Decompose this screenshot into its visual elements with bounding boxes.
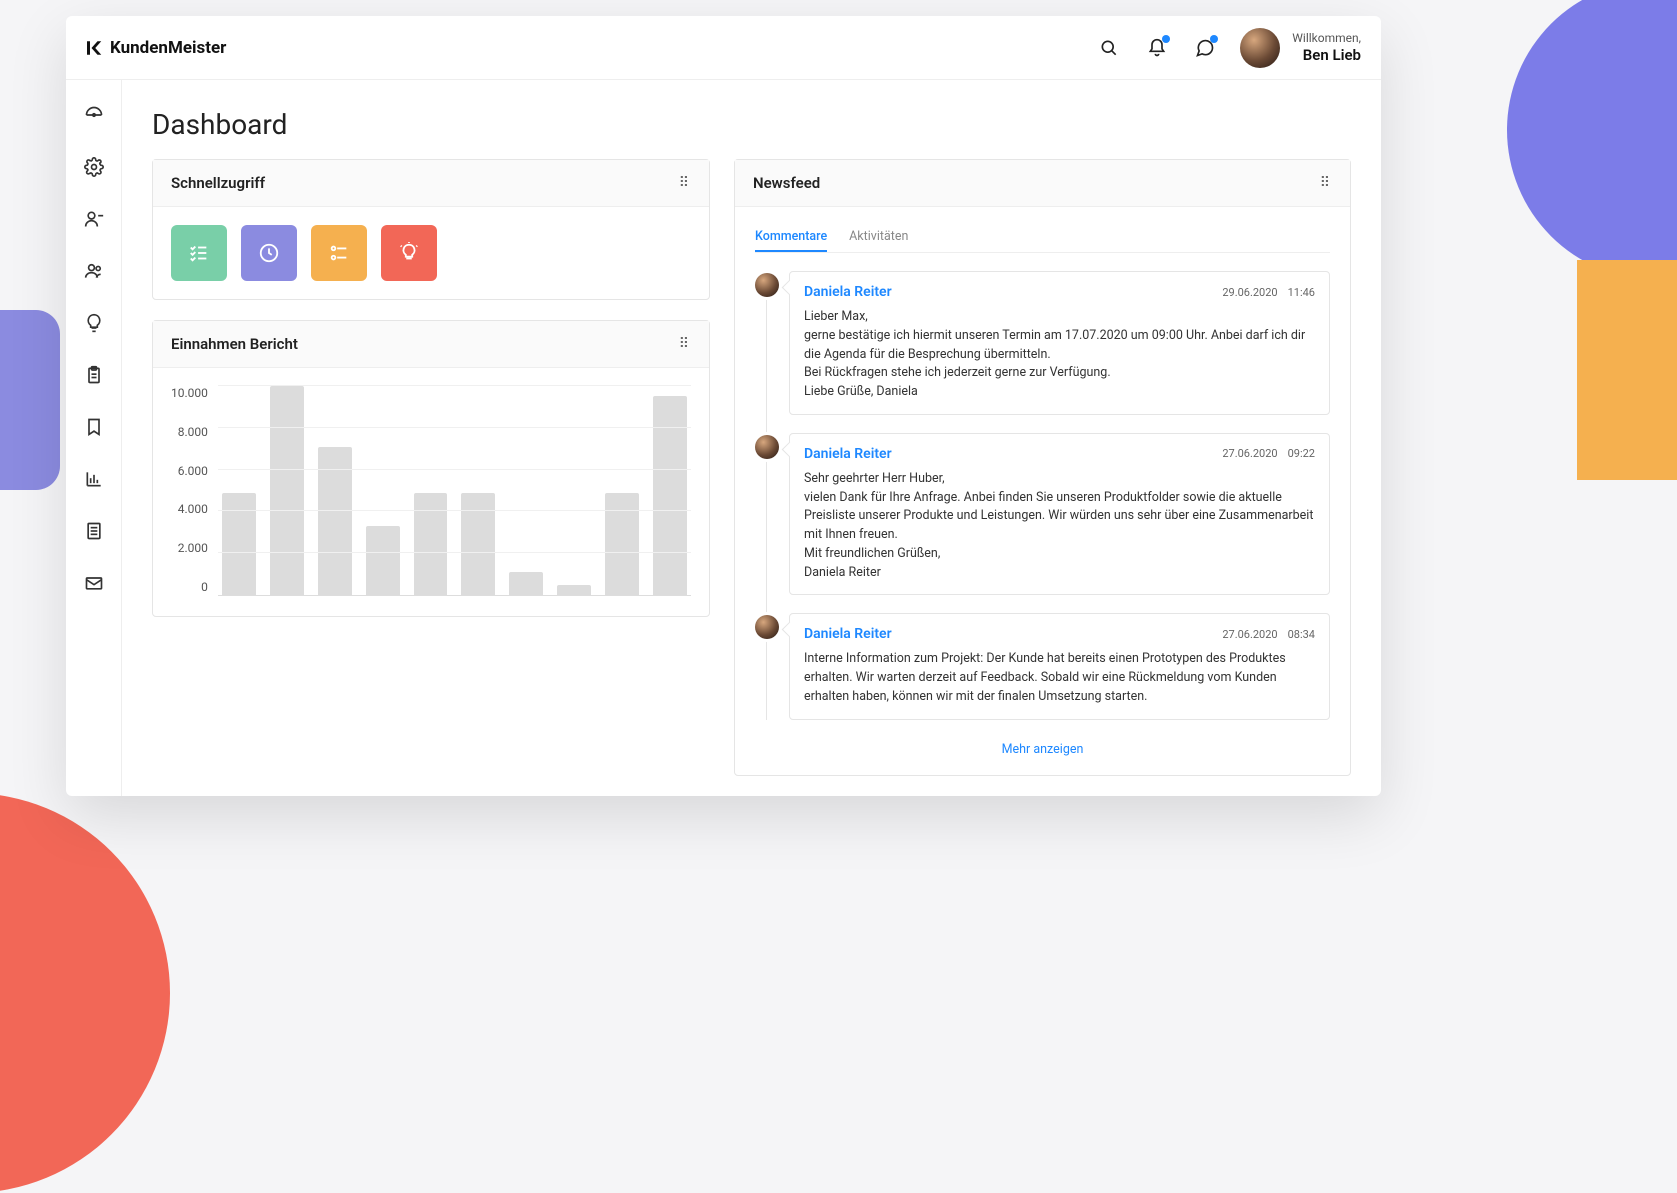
welcome-block: Willkommen, Ben Lieb	[1292, 31, 1361, 63]
feed-timestamp: 27.06.2020 08:34	[1222, 628, 1315, 641]
chart-bar	[557, 585, 591, 595]
chart-y-tick: 6.000	[178, 464, 208, 478]
chart-bar	[461, 493, 495, 595]
drag-handle-icon[interactable]: ⠿	[1320, 175, 1332, 191]
nav-document-icon[interactable]	[83, 520, 105, 542]
sidenav	[66, 80, 122, 796]
feed-author[interactable]: Daniela Reiter	[804, 446, 892, 462]
chart-y-tick: 10.000	[171, 386, 208, 400]
brand-mark-icon	[84, 39, 102, 57]
nav-mail-icon[interactable]	[83, 572, 105, 594]
chart-gridline	[218, 510, 691, 511]
chart-bar	[509, 572, 543, 595]
feed-timestamp: 29.06.2020 11:46	[1222, 286, 1315, 299]
decorative-shape	[0, 793, 170, 1193]
main-content: Dashboard Schnellzugriff ⠿	[122, 80, 1381, 796]
chart-bar	[222, 493, 256, 595]
feed-message: Interne Information zum Projekt: Der Kun…	[804, 650, 1315, 706]
notifications-icon[interactable]	[1146, 37, 1168, 59]
chart-y-tick: 2.000	[178, 541, 208, 555]
nav-team-icon[interactable]	[83, 260, 105, 282]
feed-time: 09:22	[1288, 447, 1315, 460]
chart-plot	[218, 386, 691, 596]
feed-time: 08:34	[1288, 628, 1315, 641]
decorative-shape	[1577, 260, 1677, 480]
quick-tile-idea[interactable]	[381, 225, 437, 281]
drag-handle-icon[interactable]: ⠿	[679, 336, 691, 352]
messages-icon[interactable]	[1194, 37, 1216, 59]
nav-clipboard-icon[interactable]	[83, 364, 105, 386]
chart-bars	[222, 386, 687, 595]
newsfeed-title: Newsfeed	[753, 174, 820, 192]
feed-date: 27.06.2020	[1222, 628, 1277, 641]
app-window: KundenMeister Willkommen, Ben Lieb	[66, 16, 1381, 796]
feed-list: Daniela Reiter 29.06.2020 11:46 Lieber M…	[755, 271, 1330, 720]
revenue-card: Einnahmen Bericht ⠿ 10.000 8.000 6.000 4.00…	[152, 320, 710, 617]
message-dot	[1210, 35, 1218, 43]
nav-idea-icon[interactable]	[83, 312, 105, 334]
nav-bookmark-icon[interactable]	[83, 416, 105, 438]
chart-gridline	[218, 385, 691, 386]
feed-bubble: Daniela Reiter 27.06.2020 08:34 Interne …	[789, 613, 1330, 719]
feed-timeline-line	[766, 277, 767, 720]
chart-y-tick: 8.000	[178, 425, 208, 439]
show-more-link[interactable]: Mehr anzeigen	[1002, 742, 1084, 757]
avatar	[1240, 28, 1280, 68]
feed-date: 27.06.2020	[1222, 447, 1277, 460]
chart-gridline	[218, 469, 691, 470]
welcome-label: Willkommen,	[1292, 31, 1361, 45]
nav-user-icon[interactable]	[83, 208, 105, 230]
revenue-title: Einnahmen Bericht	[171, 335, 298, 353]
feed-avatar	[755, 435, 779, 459]
quick-access-title: Schnellzugriff	[171, 174, 265, 192]
chart-y-axis: 10.000 8.000 6.000 4.000 2.000 0	[171, 386, 208, 596]
feed-item: Daniela Reiter 27.06.2020 08:34 Interne …	[789, 613, 1330, 719]
chart-y-tick: 4.000	[178, 502, 208, 516]
decorative-shape	[1507, 0, 1677, 280]
nav-dashboard-icon[interactable]	[83, 104, 105, 126]
quick-access-card: Schnellzugriff ⠿	[152, 159, 710, 300]
feed-author[interactable]: Daniela Reiter	[804, 284, 892, 300]
chart-gridline	[218, 427, 691, 428]
feed-bubble: Daniela Reiter 27.06.2020 09:22 Sehr gee…	[789, 433, 1330, 596]
feed-date: 29.06.2020	[1222, 286, 1277, 299]
brand-name: KundenMeister	[110, 38, 226, 58]
topbar-actions	[1098, 37, 1216, 59]
newsfeed-card: Newsfeed ⠿ Kommentare Aktivitäten	[734, 159, 1351, 776]
chart-gridline	[218, 552, 691, 553]
page-title: Dashboard	[152, 108, 1351, 141]
chart-bar	[414, 493, 448, 595]
newsfeed-tabs: Kommentare Aktivitäten	[755, 223, 1330, 253]
topbar: KundenMeister Willkommen, Ben Lieb	[66, 16, 1381, 80]
nav-chart-icon[interactable]	[83, 468, 105, 490]
chart-y-tick: 0	[201, 580, 208, 594]
feed-item: Daniela Reiter 27.06.2020 09:22 Sehr gee…	[789, 433, 1330, 596]
chart-bar	[605, 493, 639, 595]
search-icon[interactable]	[1098, 37, 1120, 59]
quick-tile-sliders[interactable]	[311, 225, 367, 281]
drag-handle-icon[interactable]: ⠿	[679, 175, 691, 191]
feed-message: Lieber Max, gerne bestätige ich hiermit …	[804, 308, 1315, 402]
feed-message: Sehr geehrter Herr Huber, vielen Dank fü…	[804, 470, 1315, 583]
tab-activities[interactable]: Aktivitäten	[849, 223, 908, 252]
feed-author[interactable]: Daniela Reiter	[804, 626, 892, 642]
feed-bubble: Daniela Reiter 29.06.2020 11:46 Lieber M…	[789, 271, 1330, 415]
tab-comments[interactable]: Kommentare	[755, 223, 827, 252]
user-menu[interactable]: Willkommen, Ben Lieb	[1240, 28, 1361, 68]
quick-tile-clock[interactable]	[241, 225, 297, 281]
chart-bar	[366, 526, 400, 595]
quick-tile-checklist[interactable]	[171, 225, 227, 281]
feed-avatar	[755, 615, 779, 639]
decorative-shape	[0, 310, 60, 490]
feed-time: 11:46	[1288, 286, 1315, 299]
user-name: Ben Lieb	[1292, 46, 1361, 64]
notification-dot	[1162, 35, 1170, 43]
feed-item: Daniela Reiter 29.06.2020 11:46 Lieber M…	[789, 271, 1330, 415]
nav-settings-icon[interactable]	[83, 156, 105, 178]
feed-avatar	[755, 273, 779, 297]
brand-logo[interactable]: KundenMeister	[84, 38, 226, 58]
chart-bar	[270, 386, 304, 595]
feed-timestamp: 27.06.2020 09:22	[1222, 447, 1315, 460]
